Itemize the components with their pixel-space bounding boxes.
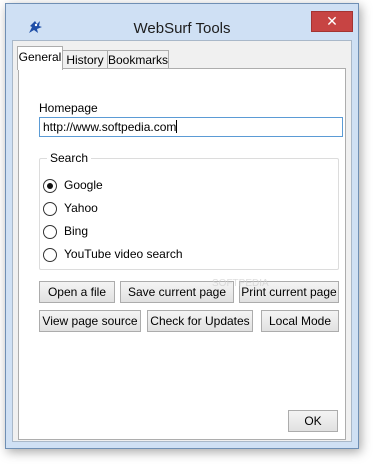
search-option-label: Yahoo <box>64 201 98 215</box>
dialog-client-area: General History Bookmarks Homepage http:… <box>12 40 352 442</box>
homepage-value: http://www.softpedia.com <box>43 120 177 134</box>
radio-button[interactable] <box>43 202 57 216</box>
softpedia-watermark: SOFTPEDIA <box>212 278 269 289</box>
title-bar[interactable]: WebSurf Tools ✕ <box>6 4 358 38</box>
radio-button[interactable] <box>43 248 57 262</box>
app-window: WebSurf Tools ✕ General History Bookmark… <box>5 3 359 449</box>
search-option-label: Bing <box>64 224 89 238</box>
check-for-updates-button[interactable]: Check for Updates <box>147 310 253 332</box>
radio-button[interactable] <box>43 225 57 239</box>
text-caret <box>176 120 178 133</box>
radio-selected-dot <box>47 183 53 189</box>
search-option-label: YouTube video search <box>64 247 183 261</box>
radio-button[interactable] <box>43 179 57 193</box>
open-file-button[interactable]: Open a file <box>39 281 115 303</box>
view-page-source-button[interactable]: View page source <box>39 310 141 332</box>
close-button[interactable]: ✕ <box>311 11 353 32</box>
window-title: WebSurf Tools <box>133 20 231 37</box>
tab-history[interactable]: History <box>62 50 108 69</box>
tab-general[interactable]: General <box>17 46 63 70</box>
general-tab-panel: Homepage http://www.softpedia.com Search… <box>18 68 346 440</box>
homepage-label: Homepage <box>39 101 98 115</box>
homepage-input[interactable]: http://www.softpedia.com <box>39 117 343 137</box>
search-option-label: Google <box>64 178 103 192</box>
ok-button[interactable]: OK <box>288 410 338 432</box>
search-group-label: Search <box>47 151 92 165</box>
local-mode-button[interactable]: Local Mode <box>261 310 339 332</box>
tab-bookmarks[interactable]: Bookmarks <box>107 50 169 69</box>
